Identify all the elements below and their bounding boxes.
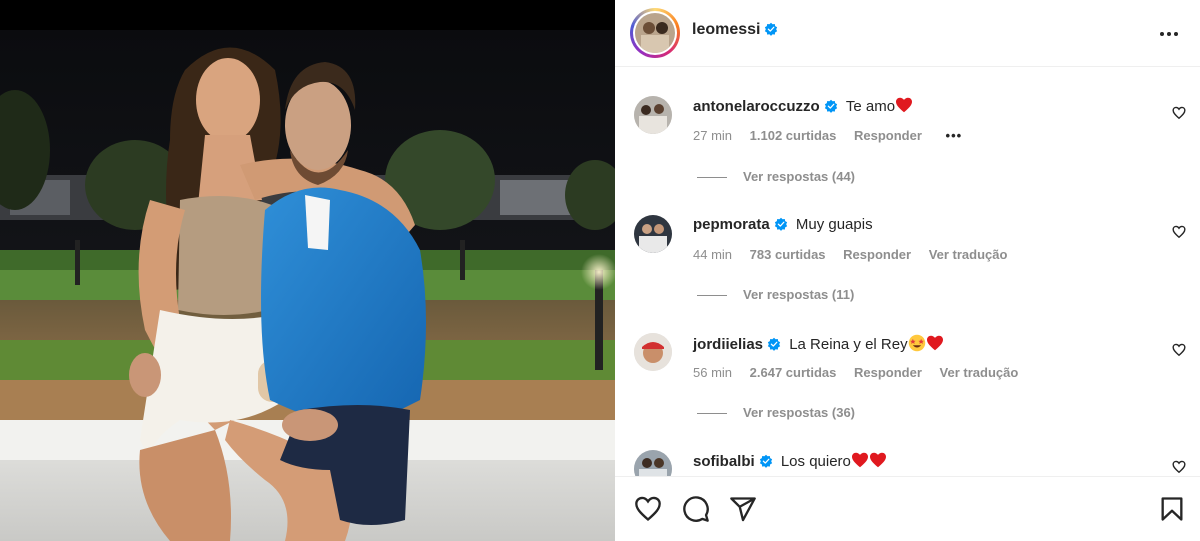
- comment-avatar[interactable]: [634, 450, 672, 476]
- red-heart-emoji-icon: [851, 452, 868, 468]
- bookmark-icon[interactable]: [1158, 495, 1186, 523]
- divider-line: [697, 413, 727, 415]
- comment-avatar-image: [634, 215, 672, 253]
- verified-badge-icon: [774, 217, 787, 231]
- post-author-username[interactable]: leomessi: [692, 21, 760, 38]
- comment-like-heart-icon[interactable]: [1172, 343, 1186, 357]
- view-replies-label: Ver respostas (36): [743, 405, 856, 420]
- comment-like-heart-icon[interactable]: [1172, 225, 1186, 239]
- more-horizontal-icon[interactable]: [1157, 22, 1181, 46]
- comment-username[interactable]: antonelaroccuzzo: [693, 98, 820, 115]
- red-heart-emoji-icon: [896, 97, 913, 113]
- reply-button[interactable]: Responder: [843, 247, 911, 262]
- comment-avatar-image: [634, 96, 672, 134]
- comment-time: 27 min: [693, 128, 733, 143]
- comment-text: Muy guapis: [795, 216, 873, 233]
- reply-button[interactable]: Responder: [854, 365, 922, 380]
- comment-username[interactable]: jordiielias: [693, 336, 763, 353]
- comment-text: Los quiero: [780, 453, 851, 470]
- post-sidebar: leomessi antonelaroccuzzo Te amo 27 min …: [615, 0, 1200, 541]
- comment-avatar[interactable]: [634, 96, 672, 134]
- view-replies-button[interactable]: Ver respostas (36): [697, 405, 855, 420]
- comment-avatar-image: [634, 450, 672, 476]
- verified-badge-icon: [759, 454, 772, 468]
- comment-avatar-image: [634, 333, 672, 371]
- post-header: leomessi: [615, 0, 1200, 67]
- comment-likes[interactable]: 1.102 curtidas: [750, 128, 837, 143]
- avatar[interactable]: [635, 13, 675, 53]
- comment-time: 56 min: [693, 365, 733, 380]
- post-action-bar: [615, 476, 1200, 541]
- verified-badge-icon: [765, 22, 778, 36]
- heart-icon[interactable]: [634, 495, 662, 523]
- divider-line: [697, 295, 727, 297]
- post-photo: [0, 0, 615, 541]
- comment-icon[interactable]: [682, 495, 710, 523]
- comment-like-heart-icon[interactable]: [1172, 460, 1186, 474]
- reply-button[interactable]: Responder: [854, 128, 922, 143]
- comment-username[interactable]: sofibalbi: [693, 453, 755, 470]
- comment-options-button[interactable]: •••: [946, 128, 963, 143]
- comments-list: antonelaroccuzzo Te amo 27 min 1.102 cur…: [615, 68, 1200, 476]
- story-ring[interactable]: [630, 8, 680, 58]
- red-heart-emoji-icon: [869, 452, 886, 468]
- view-replies-button[interactable]: Ver respostas (11): [697, 287, 854, 302]
- view-replies-label: Ver respostas (44): [743, 169, 856, 184]
- translate-button[interactable]: Ver tradução: [929, 247, 1008, 262]
- divider-line: [697, 177, 727, 179]
- comment-avatar[interactable]: [634, 333, 672, 371]
- star-struck-emoji-icon: [908, 334, 925, 352]
- comment-text: La Reina y el Rey: [789, 336, 908, 353]
- post-photo-illustration: [0, 0, 615, 541]
- verified-badge-icon: [767, 337, 781, 351]
- comment-username[interactable]: pepmorata: [693, 216, 770, 233]
- view-replies-button[interactable]: Ver respostas (44): [697, 169, 855, 184]
- post-author[interactable]: leomessi: [692, 21, 778, 39]
- share-icon[interactable]: [729, 495, 757, 523]
- avatar-image: [635, 13, 675, 53]
- comment-time: 44 min: [693, 247, 733, 262]
- comment-like-heart-icon[interactable]: [1172, 106, 1186, 120]
- view-replies-label: Ver respostas (11): [743, 287, 855, 302]
- comment-likes[interactable]: 783 curtidas: [750, 247, 826, 262]
- verified-badge-icon: [824, 99, 837, 113]
- translate-button[interactable]: Ver tradução: [940, 365, 1019, 380]
- comment-avatar[interactable]: [634, 215, 672, 253]
- comment-text: Te amo: [845, 98, 896, 115]
- comment-likes[interactable]: 2.647 curtidas: [750, 365, 837, 380]
- red-heart-emoji-icon: [926, 335, 943, 351]
